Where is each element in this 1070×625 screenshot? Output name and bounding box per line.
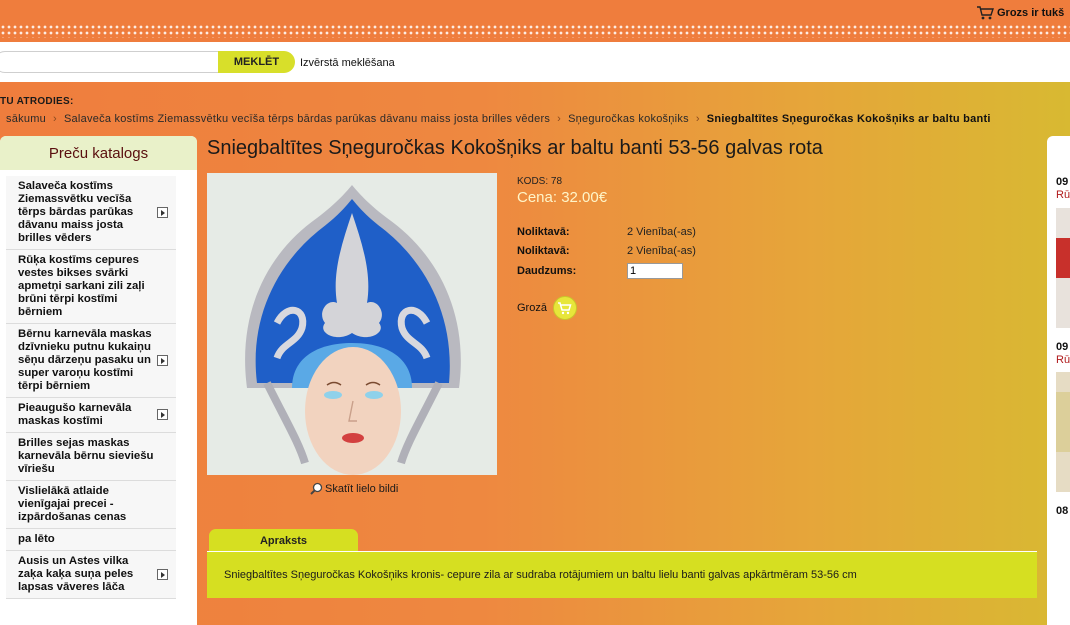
expand-arrow-icon[interactable] <box>157 206 168 218</box>
description-panel: Sniegbaltītes Sņeguročkas Kokošņiks kron… <box>207 552 1037 598</box>
news-thumbnail[interactable] <box>1056 208 1070 328</box>
catalog-item-label: Pieaugušo karnevāla maskas kostīmi <box>18 402 132 427</box>
cart-label: Grozs ir tukš <box>997 7 1065 19</box>
tab-description[interactable]: Apraksts <box>209 529 358 552</box>
cart-status[interactable]: Grozs ir tukš <box>976 5 1070 21</box>
product-price: Cena: 32.00€ <box>517 189 608 206</box>
catalog-item[interactable]: Salaveča kostīms Ziemassvētku vecīša tēr… <box>6 176 176 250</box>
catalog-item-label: Brilles sejas maskas karnevāla bērnu sie… <box>18 437 154 475</box>
stock-row: Noliktavā: 2 Vienība(-as) <box>517 245 696 257</box>
advanced-search-link[interactable]: Izvērstā meklēšana <box>300 57 395 69</box>
add-to-cart-button[interactable]: Grozā <box>517 296 577 320</box>
stock-label: Noliktavā: <box>517 226 570 238</box>
stock-value: 2 Vienība(-as) <box>627 245 696 257</box>
expand-arrow-icon[interactable] <box>157 409 168 420</box>
stock-label: Noliktavā: <box>517 245 570 257</box>
catalog-item[interactable]: pa lēto <box>6 529 176 551</box>
breadcrumb-item-subcategory[interactable]: Sņeguročkas kokošņiks <box>568 113 689 125</box>
search-bar: MEKLĒT Izvērstā meklēšana <box>0 42 1070 82</box>
news-date: 08 <box>1056 505 1069 517</box>
catalog-item[interactable]: Rūķa kostīms cepures vestes bikses svārk… <box>6 250 176 324</box>
stock-row: Noliktavā: 2 Vienība(-as) <box>517 226 696 238</box>
breadcrumb: sākumu › Salaveča kostīms Ziemassvētku vec… <box>0 113 1070 129</box>
top-bar: Grozs ir tukš <box>0 0 1070 42</box>
catalog-item-label: Ausis un Astes vilka zaķa kaķa suņa pele… <box>18 555 134 593</box>
shopping-cart-icon <box>977 6 994 20</box>
catalog-item[interactable]: Ausis un Astes vilka zaķa kaķa suņa pele… <box>6 551 176 599</box>
thumbnail-detail <box>1056 238 1070 278</box>
catalog-item-label: Vislielākā atlaide vienīgajai precei - i… <box>18 485 127 523</box>
news-thumbnail[interactable] <box>1056 372 1070 492</box>
you-are-here-label: TU ATRODIES: <box>0 96 74 107</box>
news-link[interactable]: Rū <box>1056 354 1070 366</box>
search-input[interactable] <box>0 51 222 73</box>
kokoshnik-headdress-illustration <box>207 173 497 475</box>
catalog-item-label: pa lēto <box>18 533 55 545</box>
product-title: Sniegbaltītes Sņeguročkas Kokošņiks ar b… <box>207 137 823 159</box>
search-button[interactable]: MEKLĒT <box>218 51 295 73</box>
catalog-item-label: Rūķa kostīms cepures vestes bikses svārk… <box>18 254 145 318</box>
quantity-row: Daudzums: <box>517 263 683 279</box>
description-text: Sniegbaltītes Sņeguročkas Kokošņiks kron… <box>224 569 857 581</box>
stock-value: 2 Vienība(-as) <box>627 226 696 238</box>
catalog-item[interactable]: Bērnu karnevāla maskas dzīvnieku putnu k… <box>6 324 176 398</box>
view-large-image-label: Skatīt lielo bildi <box>325 482 399 495</box>
cart-plus-icon <box>558 301 572 314</box>
breadcrumb-item-home[interactable]: sākumu <box>6 113 46 125</box>
product-image[interactable] <box>207 173 497 475</box>
breadcrumb-separator-icon: › <box>695 113 700 125</box>
product-catalog: Preču katalogs Salaveča kostīms Ziemassv… <box>0 136 197 625</box>
expand-arrow-icon[interactable] <box>157 354 168 366</box>
catalog-item-label: Salaveča kostīms Ziemassvētku vecīša tēr… <box>18 180 134 244</box>
add-to-cart-icon[interactable] <box>552 296 577 320</box>
catalog-title: Preču katalogs <box>0 136 197 170</box>
breadcrumb-current: Sniegbaltītes Sņeguročkas Kokošņiks ar b… <box>706 113 991 125</box>
thumbnail-detail <box>1056 392 1070 452</box>
product-code: KODS: 78 <box>517 176 563 187</box>
expand-arrow-icon[interactable] <box>157 568 168 580</box>
breadcrumb-separator-icon: › <box>53 113 57 125</box>
add-to-cart-label: Grozā <box>517 302 547 314</box>
catalog-item-label: Bērnu karnevāla maskas dzīvnieku putnu k… <box>18 328 152 392</box>
catalog-item[interactable]: Pieaugušo karnevāla maskas kostīmi <box>6 398 176 433</box>
news-date: 09 <box>1056 176 1069 188</box>
news-link[interactable]: Rū <box>1056 189 1070 201</box>
decorative-dots <box>0 24 1070 38</box>
breadcrumb-item-category[interactable]: Salaveča kostīms Ziemassvētku vecīša tēr… <box>64 113 550 125</box>
catalog-item[interactable]: Brilles sejas maskas karnevāla bērnu sie… <box>6 433 176 481</box>
view-large-image-link[interactable]: Skatīt lielo bildi <box>310 482 398 495</box>
quantity-label: Daudzums: <box>517 265 577 277</box>
breadcrumb-separator-icon: › <box>557 113 562 125</box>
news-date: 09 <box>1056 341 1069 353</box>
magnifier-icon <box>310 482 323 495</box>
quantity-input[interactable] <box>627 263 683 279</box>
catalog-item[interactable]: Vislielākā atlaide vienīgajai precei - i… <box>6 481 176 529</box>
right-sidebar: 09 Rū 09 Rū 08 <box>1047 136 1070 625</box>
catalog-list: Salaveča kostīms Ziemassvētku vecīša tēr… <box>0 170 197 599</box>
